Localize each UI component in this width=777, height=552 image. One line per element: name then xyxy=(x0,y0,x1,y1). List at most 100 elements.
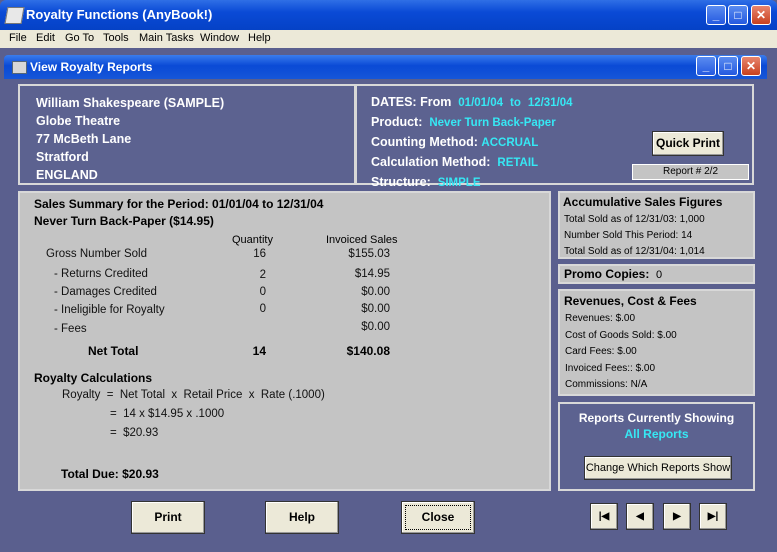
royalty-formula-result: = $20.93 xyxy=(110,427,159,439)
counting-row: Counting Method: ACCRUAL xyxy=(371,133,573,153)
revenues-line: Card Fees: $.00 xyxy=(565,346,637,357)
accum-line: Total Sold as of 12/31/03: 1,000 xyxy=(564,214,705,225)
reports-showing-value: All Reports xyxy=(624,427,689,441)
last-record-icon[interactable]: ▶| xyxy=(699,503,727,530)
author-name: William Shakespeare (SAMPLE) xyxy=(36,96,225,110)
row-qty: 2 xyxy=(259,269,266,281)
revenues-line: Invoiced Fees:: $.00 xyxy=(565,362,656,374)
menu-tools[interactable]: Tools xyxy=(103,32,129,44)
reports-showing-title: Reports Currently Showing xyxy=(578,411,735,425)
counting-label: Counting Method: xyxy=(371,135,478,149)
author-address-2: 77 McBeth Lane xyxy=(36,132,132,146)
row-label: - Returns Credited xyxy=(54,268,148,280)
product-value: Never Turn Back-Paper xyxy=(429,117,556,129)
calc-label: Calculation Method: xyxy=(371,155,491,169)
dates-row: DATES: From 01/01/04 to 12/31/04 xyxy=(371,93,573,113)
promo-copies-row: Promo Copies: 0 xyxy=(564,267,662,281)
royalty-formula: Royalty = Net Total x Retail Price x Rat… xyxy=(62,389,325,401)
app-title-bar: Royalty Functions (AnyBook!) _ □ ✕ xyxy=(0,0,777,30)
inner-close-button[interactable]: ✕ xyxy=(741,56,761,76)
change-reports-button[interactable]: Change Which Reports Show xyxy=(584,456,732,480)
promo-copies-label: Promo Copies: xyxy=(564,267,650,281)
revenues-line: Revenues: $.00 xyxy=(565,313,636,324)
accumulative-title: Accumulative Sales Figures xyxy=(563,195,723,209)
report-window-title: View Royalty Reports xyxy=(30,60,153,74)
menu-goto[interactable]: Go To xyxy=(65,32,94,44)
close-window-button[interactable]: ✕ xyxy=(751,5,771,25)
summary-title: Sales Summary for the Period: 01/01/04 t… xyxy=(34,197,324,211)
net-total-qty: 14 xyxy=(252,344,266,358)
row-sales: $0.00 xyxy=(361,303,390,315)
row-label: - Ineligible for Royalty xyxy=(54,304,165,316)
dates-label: DATES: From xyxy=(371,95,452,109)
royalty-formula-step: = 14 x $14.95 x .1000 xyxy=(110,408,225,420)
app-icon xyxy=(4,7,25,24)
sales-summary-panel: Sales Summary for the Period: 01/01/04 t… xyxy=(18,191,551,491)
reports-showing-panel: Reports Currently Showing All Reports Ch… xyxy=(558,402,755,491)
promo-copies-panel: Promo Copies: 0 xyxy=(558,264,755,284)
inner-minimize-button[interactable]: _ xyxy=(696,56,716,76)
row-label: Gross Number Sold xyxy=(46,248,147,260)
menu-help[interactable]: Help xyxy=(248,32,271,44)
row-sales: $0.00 xyxy=(361,286,390,298)
menu-file[interactable]: File xyxy=(9,32,27,44)
report-window-icon xyxy=(12,61,27,74)
row-sales: $0.00 xyxy=(361,321,390,333)
author-country: ENGLAND xyxy=(36,168,98,182)
app-title: Royalty Functions (AnyBook!) xyxy=(26,7,213,22)
menu-main-tasks[interactable]: Main Tasks xyxy=(139,32,194,44)
date-to-label: to xyxy=(510,97,521,109)
report-window-title-bar: View Royalty Reports _ □ ✕ xyxy=(4,55,767,79)
minimize-button[interactable]: _ xyxy=(706,5,726,25)
accum-line: Total Sold as of 12/31/04: 1,014 xyxy=(564,246,705,257)
net-total-sales: $140.08 xyxy=(346,344,390,358)
revenues-panel: Revenues, Cost & Fees Revenues: $.00 Cos… xyxy=(558,289,755,396)
summary-product: Never Turn Back-Paper ($14.95) xyxy=(34,214,214,228)
revenues-line: Commissions: N/A xyxy=(565,379,648,390)
total-due: Total Due: $20.93 xyxy=(61,467,159,481)
revenues-title: Revenues, Cost & Fees xyxy=(564,294,697,308)
accumulative-sales-panel: Accumulative Sales Figures Total Sold as… xyxy=(558,191,755,259)
author-address-3: Stratford xyxy=(36,150,89,164)
row-qty: 16 xyxy=(253,248,266,260)
next-record-icon[interactable]: ▶ xyxy=(663,503,691,530)
help-button[interactable]: Help xyxy=(265,501,339,534)
net-total-label: Net Total xyxy=(88,344,139,358)
row-qty: 0 xyxy=(259,286,266,298)
row-sales: $14.95 xyxy=(354,268,390,280)
author-address-1: Globe Theatre xyxy=(36,114,121,128)
menu-bar: File Edit Go To Tools Main Tasks Window … xyxy=(0,30,777,48)
structure-row: Structure: SIMPLE xyxy=(371,173,573,193)
maximize-button[interactable]: □ xyxy=(728,5,748,25)
row-label: - Damages Credited xyxy=(54,286,157,298)
close-button[interactable]: Close xyxy=(401,501,475,534)
print-button[interactable]: Print xyxy=(131,501,205,534)
col-quantity: Quantity xyxy=(232,234,273,246)
author-panel: William Shakespeare (SAMPLE) Globe Theat… xyxy=(18,84,356,185)
first-record-icon[interactable]: |◀ xyxy=(590,503,618,530)
product-label: Product: xyxy=(371,115,423,129)
product-row: Product: Never Turn Back-Paper xyxy=(371,113,573,133)
calc-row: Calculation Method: RETAIL xyxy=(371,153,573,173)
row-qty: 0 xyxy=(259,303,266,315)
menu-window[interactable]: Window xyxy=(200,32,239,44)
date-from: 01/01/04 xyxy=(458,97,504,109)
row-label: - Fees xyxy=(54,323,87,335)
royalty-calculations-title: Royalty Calculations xyxy=(34,371,153,385)
structure-label: Structure: xyxy=(371,175,431,189)
calc-value: RETAIL xyxy=(497,157,539,169)
report-info-panel: DATES: From 01/01/04 to 12/31/04 Product… xyxy=(355,84,754,189)
report-number: Report # 2/2 xyxy=(632,164,749,180)
structure-value: SIMPLE xyxy=(437,177,481,189)
accum-line: Number Sold This Period: 14 xyxy=(564,230,693,241)
inner-maximize-button[interactable]: □ xyxy=(718,56,738,76)
promo-copies-value: 0 xyxy=(656,269,663,281)
counting-value: ACCRUAL xyxy=(481,137,539,149)
row-sales: $155.03 xyxy=(348,248,390,260)
revenues-line: Cost of Goods Sold: $.00 xyxy=(565,329,677,341)
date-to: 12/31/04 xyxy=(527,97,573,109)
col-invoiced-sales: Invoiced Sales xyxy=(326,234,398,246)
menu-edit[interactable]: Edit xyxy=(36,32,55,44)
previous-record-icon[interactable]: ◀ xyxy=(626,503,654,530)
quick-print-button[interactable]: Quick Print xyxy=(652,131,724,156)
